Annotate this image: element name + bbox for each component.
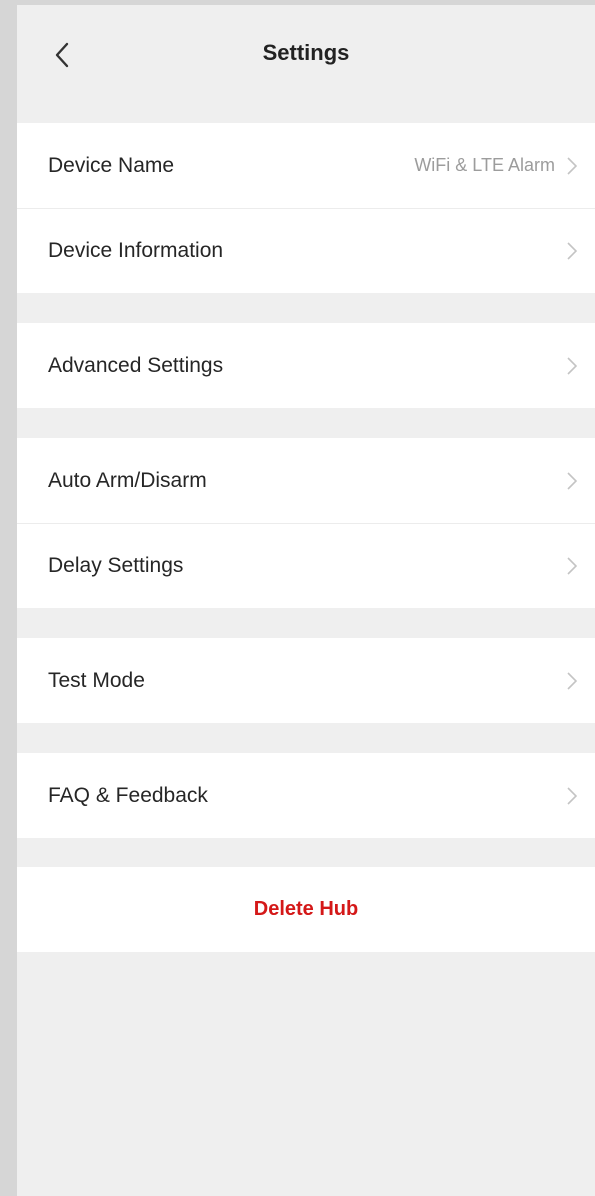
chevron-right-icon xyxy=(566,786,578,806)
settings-group-advanced: Advanced Settings xyxy=(17,323,595,408)
settings-group-device: Device Name WiFi & LTE Alarm Device Info… xyxy=(17,123,595,293)
row-label: FAQ & Feedback xyxy=(48,783,208,807)
chevron-right-icon xyxy=(566,156,578,176)
row-label: Device Name xyxy=(48,153,175,177)
row-label: Test Mode xyxy=(48,668,145,692)
row-test-mode[interactable]: Test Mode xyxy=(17,638,595,723)
settings-group-help: FAQ & Feedback xyxy=(17,753,595,838)
delete-hub-label: Delete Hub xyxy=(253,898,359,920)
row-advanced-settings[interactable]: Advanced Settings xyxy=(17,323,595,408)
row-label: Delay Settings xyxy=(48,553,184,577)
row-auto-arm-disarm[interactable]: Auto Arm/Disarm xyxy=(17,438,595,523)
chevron-right-icon xyxy=(566,556,578,576)
row-delay-settings[interactable]: Delay Settings xyxy=(17,523,595,608)
row-label: Device Information xyxy=(48,238,224,262)
row-device-information[interactable]: Device Information xyxy=(17,208,595,293)
chevron-right-icon xyxy=(566,241,578,261)
settings-screen: Settings Device Name WiFi & LTE Alarm De… xyxy=(17,5,595,1196)
row-faq-feedback[interactable]: FAQ & Feedback xyxy=(17,753,595,838)
settings-group-arming: Auto Arm/Disarm Delay Settings xyxy=(17,438,595,608)
row-device-name[interactable]: Device Name WiFi & LTE Alarm xyxy=(17,123,595,208)
chevron-right-icon xyxy=(566,356,578,376)
page-title: Settings xyxy=(262,40,350,65)
row-value: WiFi & LTE Alarm xyxy=(414,155,555,175)
header: Settings xyxy=(17,5,595,100)
settings-group-test: Test Mode xyxy=(17,638,595,723)
delete-hub-button[interactable]: Delete Hub xyxy=(17,867,595,952)
row-label: Auto Arm/Disarm xyxy=(48,468,207,492)
row-label: Advanced Settings xyxy=(48,353,224,377)
chevron-right-icon xyxy=(566,471,578,491)
chevron-right-icon xyxy=(566,671,578,691)
